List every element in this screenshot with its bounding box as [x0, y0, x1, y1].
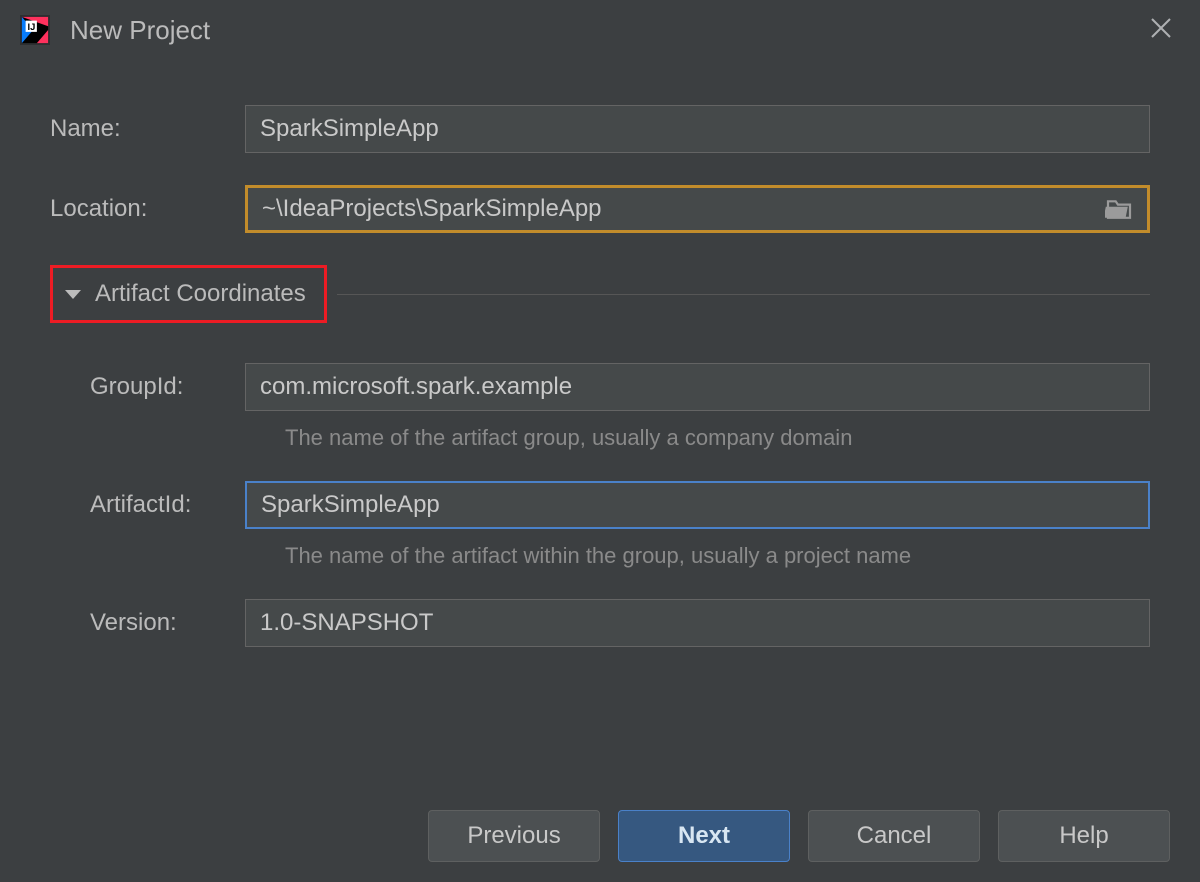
name-value: SparkSimpleApp — [260, 115, 1135, 143]
artifact-section-label: Artifact Coordinates — [95, 280, 306, 308]
groupid-value: com.microsoft.spark.example — [260, 373, 1135, 401]
name-label: Name: — [50, 115, 245, 143]
row-version: Version: 1.0-SNAPSHOT — [90, 599, 1150, 647]
row-location: Location: ~\IdeaProjects\SparkSimpleApp — [50, 185, 1150, 233]
svg-text:IJ: IJ — [28, 22, 36, 32]
close-button[interactable] — [1142, 12, 1180, 48]
dialog-title: New Project — [70, 15, 1142, 46]
groupid-label: GroupId: — [90, 373, 245, 401]
groupid-input[interactable]: com.microsoft.spark.example — [245, 363, 1150, 411]
chevron-down-icon — [65, 290, 81, 299]
artifactid-value: SparkSimpleApp — [261, 491, 1134, 519]
artifact-fields: GroupId: com.microsoft.spark.example The… — [50, 363, 1150, 647]
browse-folder-icon[interactable] — [1105, 198, 1133, 220]
row-name: Name: SparkSimpleApp — [50, 105, 1150, 153]
location-input[interactable]: ~\IdeaProjects\SparkSimpleApp — [245, 185, 1150, 233]
close-icon — [1150, 17, 1172, 39]
artifactid-label: ArtifactId: — [90, 491, 245, 519]
button-bar: Previous Next Cancel Help — [428, 810, 1170, 862]
groupid-helper: The name of the artifact group, usually … — [285, 425, 1150, 451]
cancel-button[interactable]: Cancel — [808, 810, 980, 862]
location-label: Location: — [50, 195, 245, 223]
previous-button[interactable]: Previous — [428, 810, 600, 862]
location-value: ~\IdeaProjects\SparkSimpleApp — [262, 195, 1105, 223]
next-button[interactable]: Next — [618, 810, 790, 862]
help-button[interactable]: Help — [998, 810, 1170, 862]
artifact-coordinates-toggle[interactable]: Artifact Coordinates — [50, 265, 327, 323]
titlebar: IJ New Project — [0, 0, 1200, 60]
name-input[interactable]: SparkSimpleApp — [245, 105, 1150, 153]
artifact-section-header-row: Artifact Coordinates — [50, 265, 1150, 323]
row-artifactid: ArtifactId: SparkSimpleApp — [90, 481, 1150, 529]
artifactid-helper: The name of the artifact within the grou… — [285, 543, 1150, 569]
version-label: Version: — [90, 609, 245, 637]
section-divider — [337, 294, 1150, 295]
intellij-logo-icon: IJ — [20, 15, 50, 45]
version-value: 1.0-SNAPSHOT — [260, 609, 1135, 637]
row-groupid: GroupId: com.microsoft.spark.example — [90, 363, 1150, 411]
artifactid-input[interactable]: SparkSimpleApp — [245, 481, 1150, 529]
version-input[interactable]: 1.0-SNAPSHOT — [245, 599, 1150, 647]
form-area: Name: SparkSimpleApp Location: ~\IdeaPro… — [0, 60, 1200, 647]
